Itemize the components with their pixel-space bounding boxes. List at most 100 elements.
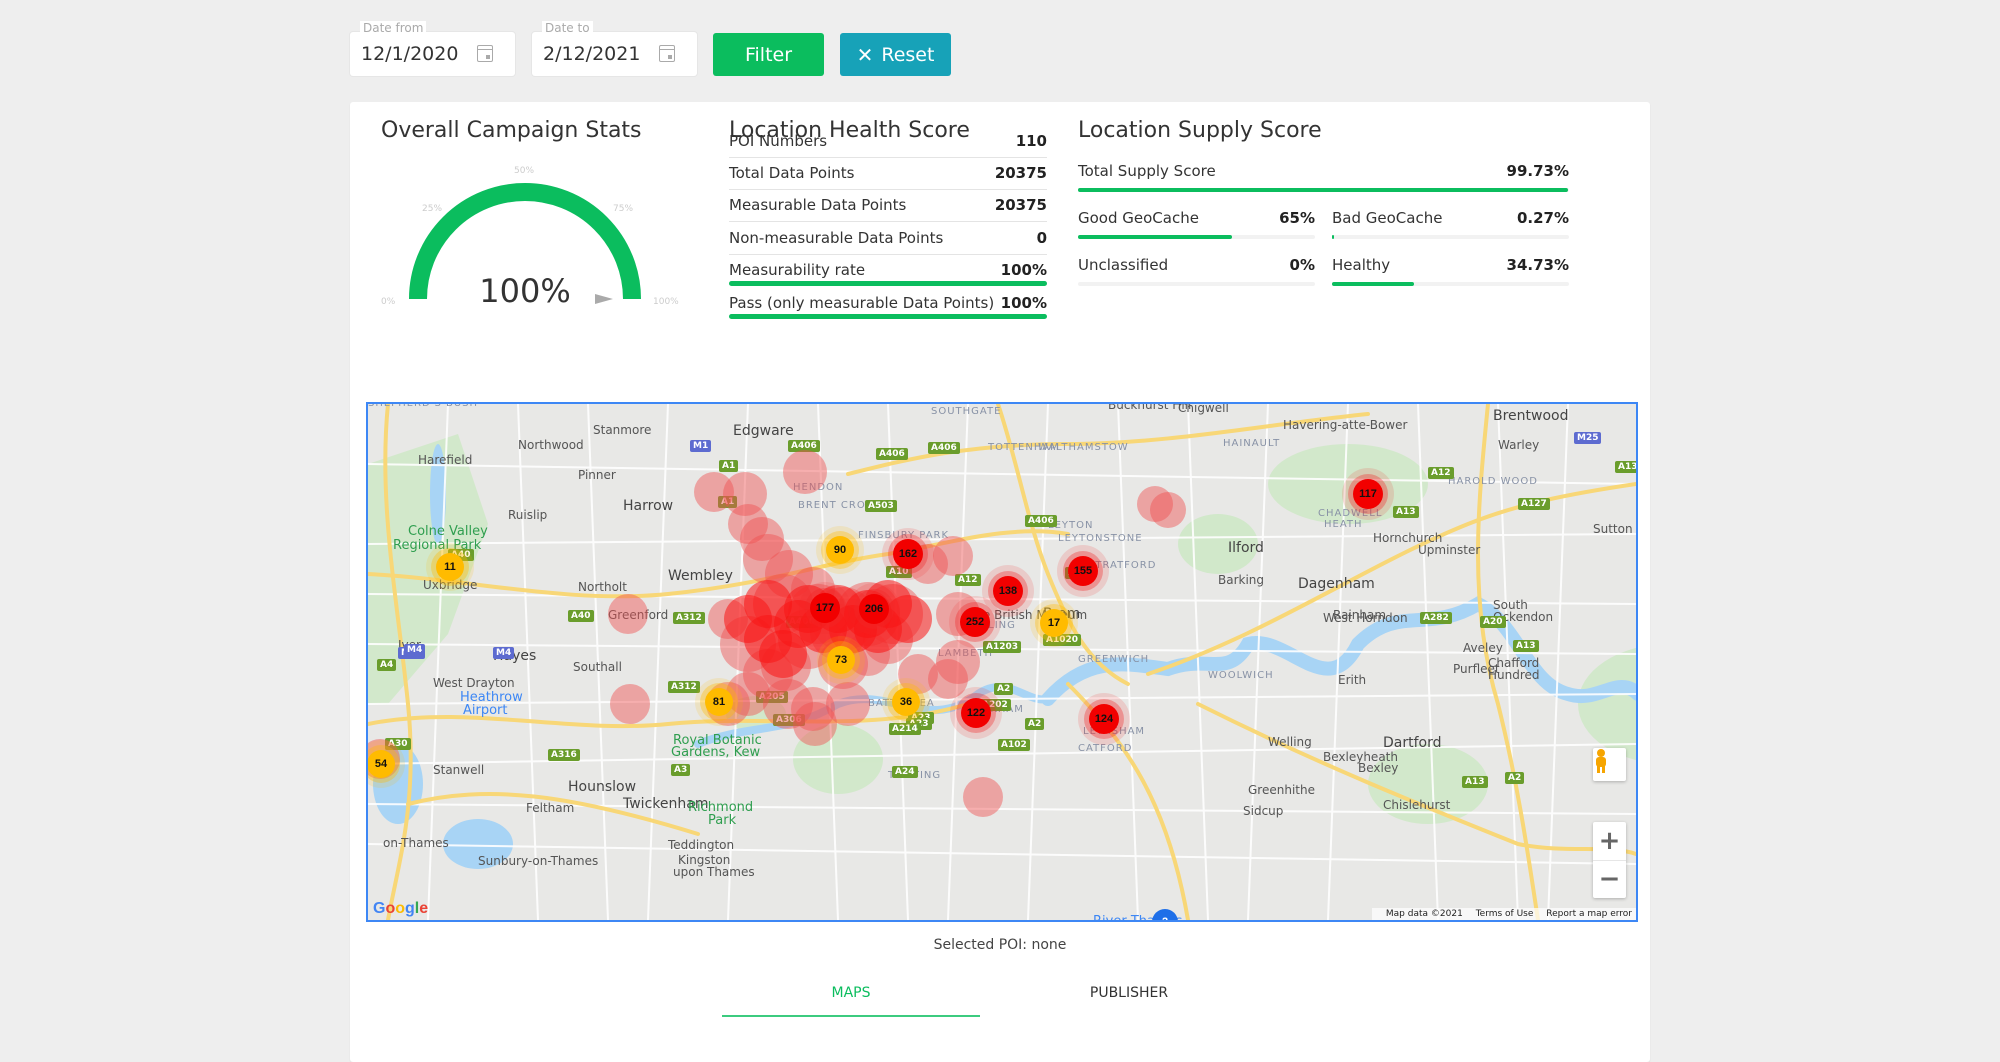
gauge-tick-25: 25%: [422, 204, 443, 214]
road-shield: A13: [1615, 461, 1636, 473]
map-place-label: Edgware: [733, 423, 794, 439]
map-place-label: Upminster: [1418, 543, 1481, 557]
map-cluster-marker[interactable]: 17: [1040, 609, 1068, 637]
map-cluster-marker[interactable]: 206: [859, 594, 889, 624]
map-place-label: Havering-atte-Bower: [1283, 418, 1408, 432]
supply-item-good-geocache: Good GeoCache 65%: [1078, 209, 1315, 249]
supply-item-value: 34.73%: [1506, 256, 1569, 274]
map-place-label: Brentwood: [1493, 408, 1569, 424]
map-cluster-marker[interactable]: 36: [892, 688, 920, 716]
supply-item-bar-fill: [1078, 235, 1233, 239]
health-row-value: 0: [1036, 229, 1047, 247]
map-place-label: Chigwell: [1178, 402, 1229, 415]
map-place-label: Welling: [1268, 735, 1312, 749]
map-place-label: Barking: [1218, 573, 1265, 587]
map-cluster-marker[interactable]: 117: [1353, 479, 1383, 509]
total-supply-bar: [1078, 188, 1569, 192]
road-shield: A3: [671, 764, 691, 776]
supply-item-label: Good GeoCache: [1078, 209, 1199, 227]
date-from-value[interactable]: 12/1/2020: [361, 43, 458, 65]
map-place-label: Ilford: [1228, 540, 1264, 556]
campaign-gauge: 0% 25% 50% 75% 100% 100%: [370, 162, 680, 362]
date-to-label: Date to: [542, 21, 593, 35]
map-place-label: Northolt: [578, 580, 627, 594]
heat-blob: [608, 594, 648, 634]
health-row: Measurability rate 100%: [729, 254, 1047, 286]
tab-publisher[interactable]: PUBLISHER: [1000, 985, 1258, 1001]
reset-button[interactable]: ✕ Reset: [840, 33, 951, 76]
map-place-label: Sunbury-on-Thames: [478, 854, 599, 868]
map-place-label: Northwood: [518, 438, 584, 452]
pegman-button[interactable]: [1593, 748, 1626, 781]
reset-button-label: Reset: [881, 43, 935, 66]
supply-item-bar-fill: [1332, 235, 1334, 239]
map-cluster-marker[interactable]: 54: [368, 750, 395, 778]
heat-blob: [744, 580, 792, 628]
map-cluster-marker[interactable]: 73: [827, 646, 855, 674]
calendar-icon[interactable]: [659, 45, 675, 62]
map-place-label: Bexley: [1358, 761, 1399, 775]
map-place-label: Harrow: [623, 498, 674, 514]
health-row-value: 100%: [1000, 261, 1047, 279]
map-place-label: Park: [708, 813, 737, 828]
map-place-label: Dartford: [1383, 735, 1442, 751]
road-shield: A406: [928, 442, 960, 454]
health-row-value: 20375: [994, 164, 1047, 182]
date-to-value[interactable]: 2/12/2021: [543, 43, 640, 65]
road-shield: M4: [493, 647, 515, 659]
road-shield: A406: [876, 448, 908, 460]
map-cluster-marker[interactable]: 90: [826, 536, 854, 564]
calendar-icon[interactable]: [477, 45, 493, 62]
report-map-error-link[interactable]: Report a map error: [1546, 909, 1632, 919]
map-place-label: SOUTHGATE: [931, 406, 1002, 417]
map-place-label: Hundred: [1488, 668, 1540, 682]
map-cluster-marker[interactable]: 11: [436, 553, 464, 581]
zoom-out-button[interactable]: −: [1593, 861, 1626, 898]
health-row-label: Non-measurable Data Points: [729, 229, 944, 247]
date-to-field[interactable]: Date to 2/12/2021: [532, 21, 697, 76]
health-row-value: 110: [1015, 132, 1047, 150]
total-supply-bar-fill: [1078, 188, 1568, 192]
selected-poi: Selected POI: none: [933, 937, 1067, 953]
gauge-tick-50: 50%: [514, 166, 535, 176]
health-row: Total Data Points 20375: [729, 157, 1047, 190]
map-place-label: WOOLWICH: [1208, 670, 1274, 681]
health-row-label: Measurability rate: [729, 261, 866, 279]
map-cluster-marker[interactable]: 138: [993, 576, 1023, 606]
road-shield: M4: [404, 644, 426, 656]
health-row-bar-fill: [729, 314, 1047, 319]
map-cluster-marker[interactable]: 81: [705, 688, 733, 716]
map-cluster-marker[interactable]: 177: [810, 593, 840, 623]
map-place-label: Erith: [1338, 673, 1367, 687]
map-cluster-marker[interactable]: 162: [893, 539, 923, 569]
map-place-label: Colne Valley: [408, 524, 488, 539]
gauge-value: 100%: [479, 272, 571, 310]
campaign-stats-title: Overall Campaign Stats: [381, 118, 642, 143]
map-place-label: STRATFORD: [1088, 560, 1157, 571]
map-cluster-marker[interactable]: 155: [1068, 556, 1098, 586]
road-shield: A312: [668, 681, 700, 693]
map-place-label: SHEPHERD'S BUSH: [368, 402, 479, 409]
supply-item-bar: [1078, 282, 1315, 286]
filter-button[interactable]: Filter: [713, 33, 824, 76]
terms-of-use-link[interactable]: Terms of Use: [1476, 909, 1534, 919]
road-shield: A12: [1428, 467, 1454, 479]
zoom-in-button[interactable]: +: [1593, 823, 1626, 861]
map-cluster-marker[interactable]: 122: [961, 698, 991, 728]
heat-blob: [936, 640, 980, 684]
map[interactable]: Northwood Harefield Stanmore Edgware Pinner H…: [366, 402, 1638, 922]
map-place-label: Sidcup: [1243, 804, 1284, 818]
active-tab-indicator: [722, 1015, 980, 1017]
map-place-label: West Horndon: [1323, 611, 1408, 625]
tab-maps[interactable]: MAPS: [722, 985, 980, 1001]
map-cluster-marker[interactable]: 124: [1089, 704, 1119, 734]
map-place-label: HAINAULT: [1223, 438, 1281, 449]
gauge-svg: [409, 183, 641, 304]
road-shield: A503: [865, 500, 897, 512]
map-cluster-marker[interactable]: 252: [960, 607, 990, 637]
road-shield: A4: [377, 659, 397, 671]
map-place-label: Gardens, Kew: [671, 745, 761, 760]
map-place-label: Chislehurst: [1383, 798, 1451, 812]
date-from-field[interactable]: Date from 12/1/2020: [350, 21, 515, 76]
road-shield: A40: [568, 610, 594, 622]
